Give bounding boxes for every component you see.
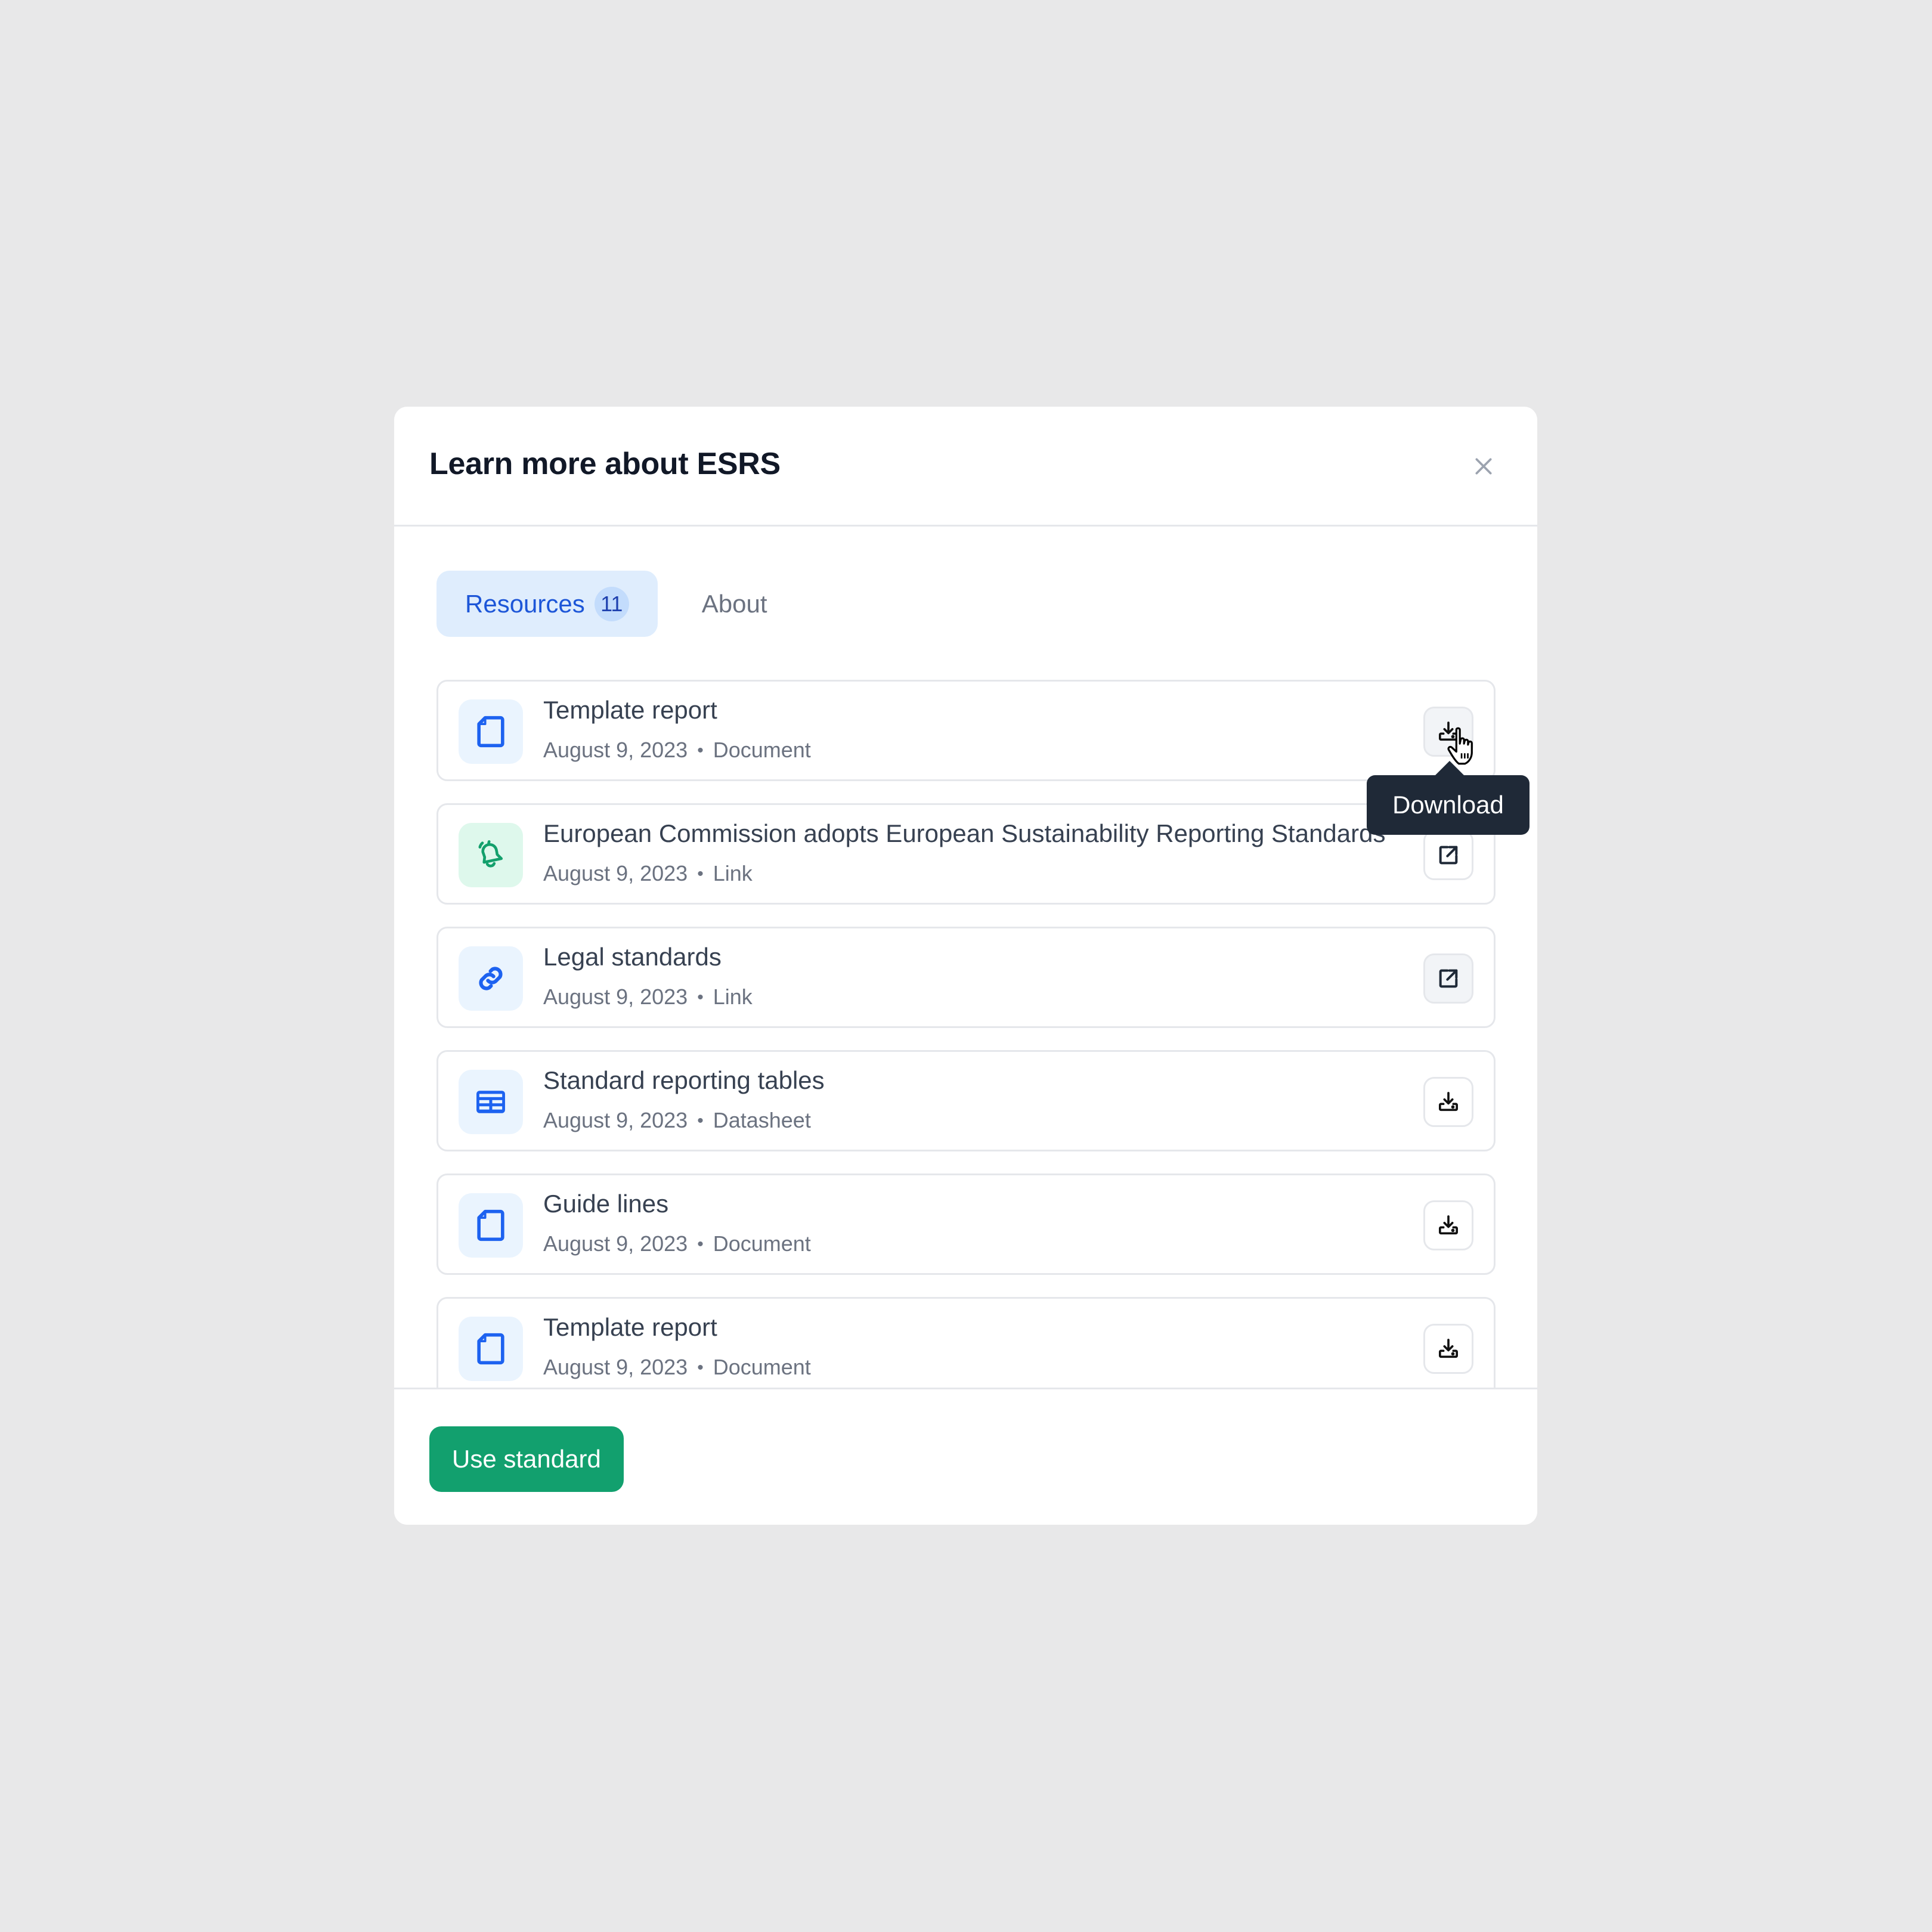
resource-type: Document xyxy=(713,738,811,762)
download-tooltip: Download xyxy=(1367,761,1530,835)
tab-bar: Resources 11 About xyxy=(436,571,782,637)
resource-type: Link xyxy=(713,861,753,886)
resource-meta: August 9, 2023 • Document xyxy=(543,1231,811,1256)
resource-title[interactable]: Template report xyxy=(543,696,1390,724)
resource-item: Legal standards August 9, 2023 • Link xyxy=(436,927,1496,1028)
resource-item: Guide lines August 9, 2023 • Document xyxy=(436,1174,1496,1275)
resource-date: August 9, 2023 xyxy=(543,861,688,886)
meta-separator: • xyxy=(697,864,704,884)
link-icon xyxy=(479,967,503,990)
resource-type: Document xyxy=(713,1355,811,1379)
hand-pointer-cursor-icon xyxy=(1447,727,1473,765)
resource-type-icon-box xyxy=(459,1317,523,1381)
resource-title[interactable]: European Commission adopts European Sust… xyxy=(543,819,1390,848)
table-icon xyxy=(476,1091,505,1113)
download-button[interactable] xyxy=(1423,1200,1473,1250)
document-icon xyxy=(477,1209,504,1241)
resource-meta: August 9, 2023 • Document xyxy=(543,738,811,763)
modal-header: Learn more about ESRS xyxy=(394,407,1537,527)
resource-item: Template report August 9, 2023 • Document xyxy=(436,680,1496,781)
external-link-icon xyxy=(1439,969,1458,988)
resource-date: August 9, 2023 xyxy=(543,984,688,1009)
resources-modal: Learn more about ESRS Resources 11 About… xyxy=(394,407,1537,1525)
meta-separator: • xyxy=(697,1358,704,1377)
resource-meta: August 9, 2023 • Link xyxy=(543,861,753,886)
resource-meta: August 9, 2023 • Document xyxy=(543,1355,811,1380)
download-icon xyxy=(1439,1339,1458,1358)
resource-type-icon-box xyxy=(459,699,523,764)
close-button[interactable] xyxy=(1467,450,1500,483)
resource-item: Standard reporting tables August 9, 2023… xyxy=(436,1050,1496,1151)
modal-footer: Use standard xyxy=(394,1388,1537,1525)
download-button[interactable] xyxy=(1423,1077,1473,1127)
resource-title[interactable]: Template report xyxy=(543,1313,1390,1342)
meta-separator: • xyxy=(697,741,704,760)
tab-resources-label: Resources xyxy=(465,589,585,618)
resource-date: August 9, 2023 xyxy=(543,1108,688,1132)
download-icon xyxy=(1439,1215,1458,1235)
resource-title[interactable]: Standard reporting tables xyxy=(543,1066,1390,1095)
meta-separator: • xyxy=(697,1234,704,1254)
download-icon xyxy=(1439,1092,1458,1111)
open-link-button[interactable] xyxy=(1423,953,1473,1004)
open-link-button[interactable] xyxy=(1423,830,1473,880)
tab-about[interactable]: About xyxy=(688,571,782,637)
resources-count-badge: 11 xyxy=(594,586,629,621)
use-standard-button[interactable]: Use standard xyxy=(429,1426,624,1492)
resource-title[interactable]: Legal standards xyxy=(543,943,1390,971)
resource-date: August 9, 2023 xyxy=(543,1355,688,1379)
meta-separator: • xyxy=(697,987,704,1007)
resource-item: European Commission adopts European Sust… xyxy=(436,803,1496,905)
tooltip-text: Download xyxy=(1392,791,1504,819)
resource-title[interactable]: Guide lines xyxy=(543,1190,1390,1218)
resource-type-icon-box xyxy=(459,823,523,887)
resource-type: Document xyxy=(713,1231,811,1256)
external-link-icon xyxy=(1439,846,1458,865)
document-icon xyxy=(477,1333,504,1365)
resource-date: August 9, 2023 xyxy=(543,1231,688,1256)
meta-separator: • xyxy=(697,1111,704,1131)
resource-type: Link xyxy=(713,984,753,1009)
download-button[interactable] xyxy=(1423,1324,1473,1374)
tab-resources[interactable]: Resources 11 xyxy=(436,571,658,637)
resource-meta: August 9, 2023 • Datasheet xyxy=(543,1108,811,1133)
modal-title: Learn more about ESRS xyxy=(429,447,781,481)
document-icon xyxy=(477,716,504,748)
resource-type-icon-box xyxy=(459,1193,523,1258)
resource-type: Datasheet xyxy=(713,1108,811,1132)
resource-type-icon-box xyxy=(459,1070,523,1134)
tab-about-label: About xyxy=(701,589,767,618)
resource-item: Template report August 9, 2023 • Document xyxy=(436,1297,1496,1398)
resource-date: August 9, 2023 xyxy=(543,738,688,762)
resource-type-icon-box xyxy=(459,946,523,1011)
close-icon xyxy=(1475,458,1492,475)
bell-icon xyxy=(478,840,503,868)
resource-meta: August 9, 2023 • Link xyxy=(543,984,753,1010)
